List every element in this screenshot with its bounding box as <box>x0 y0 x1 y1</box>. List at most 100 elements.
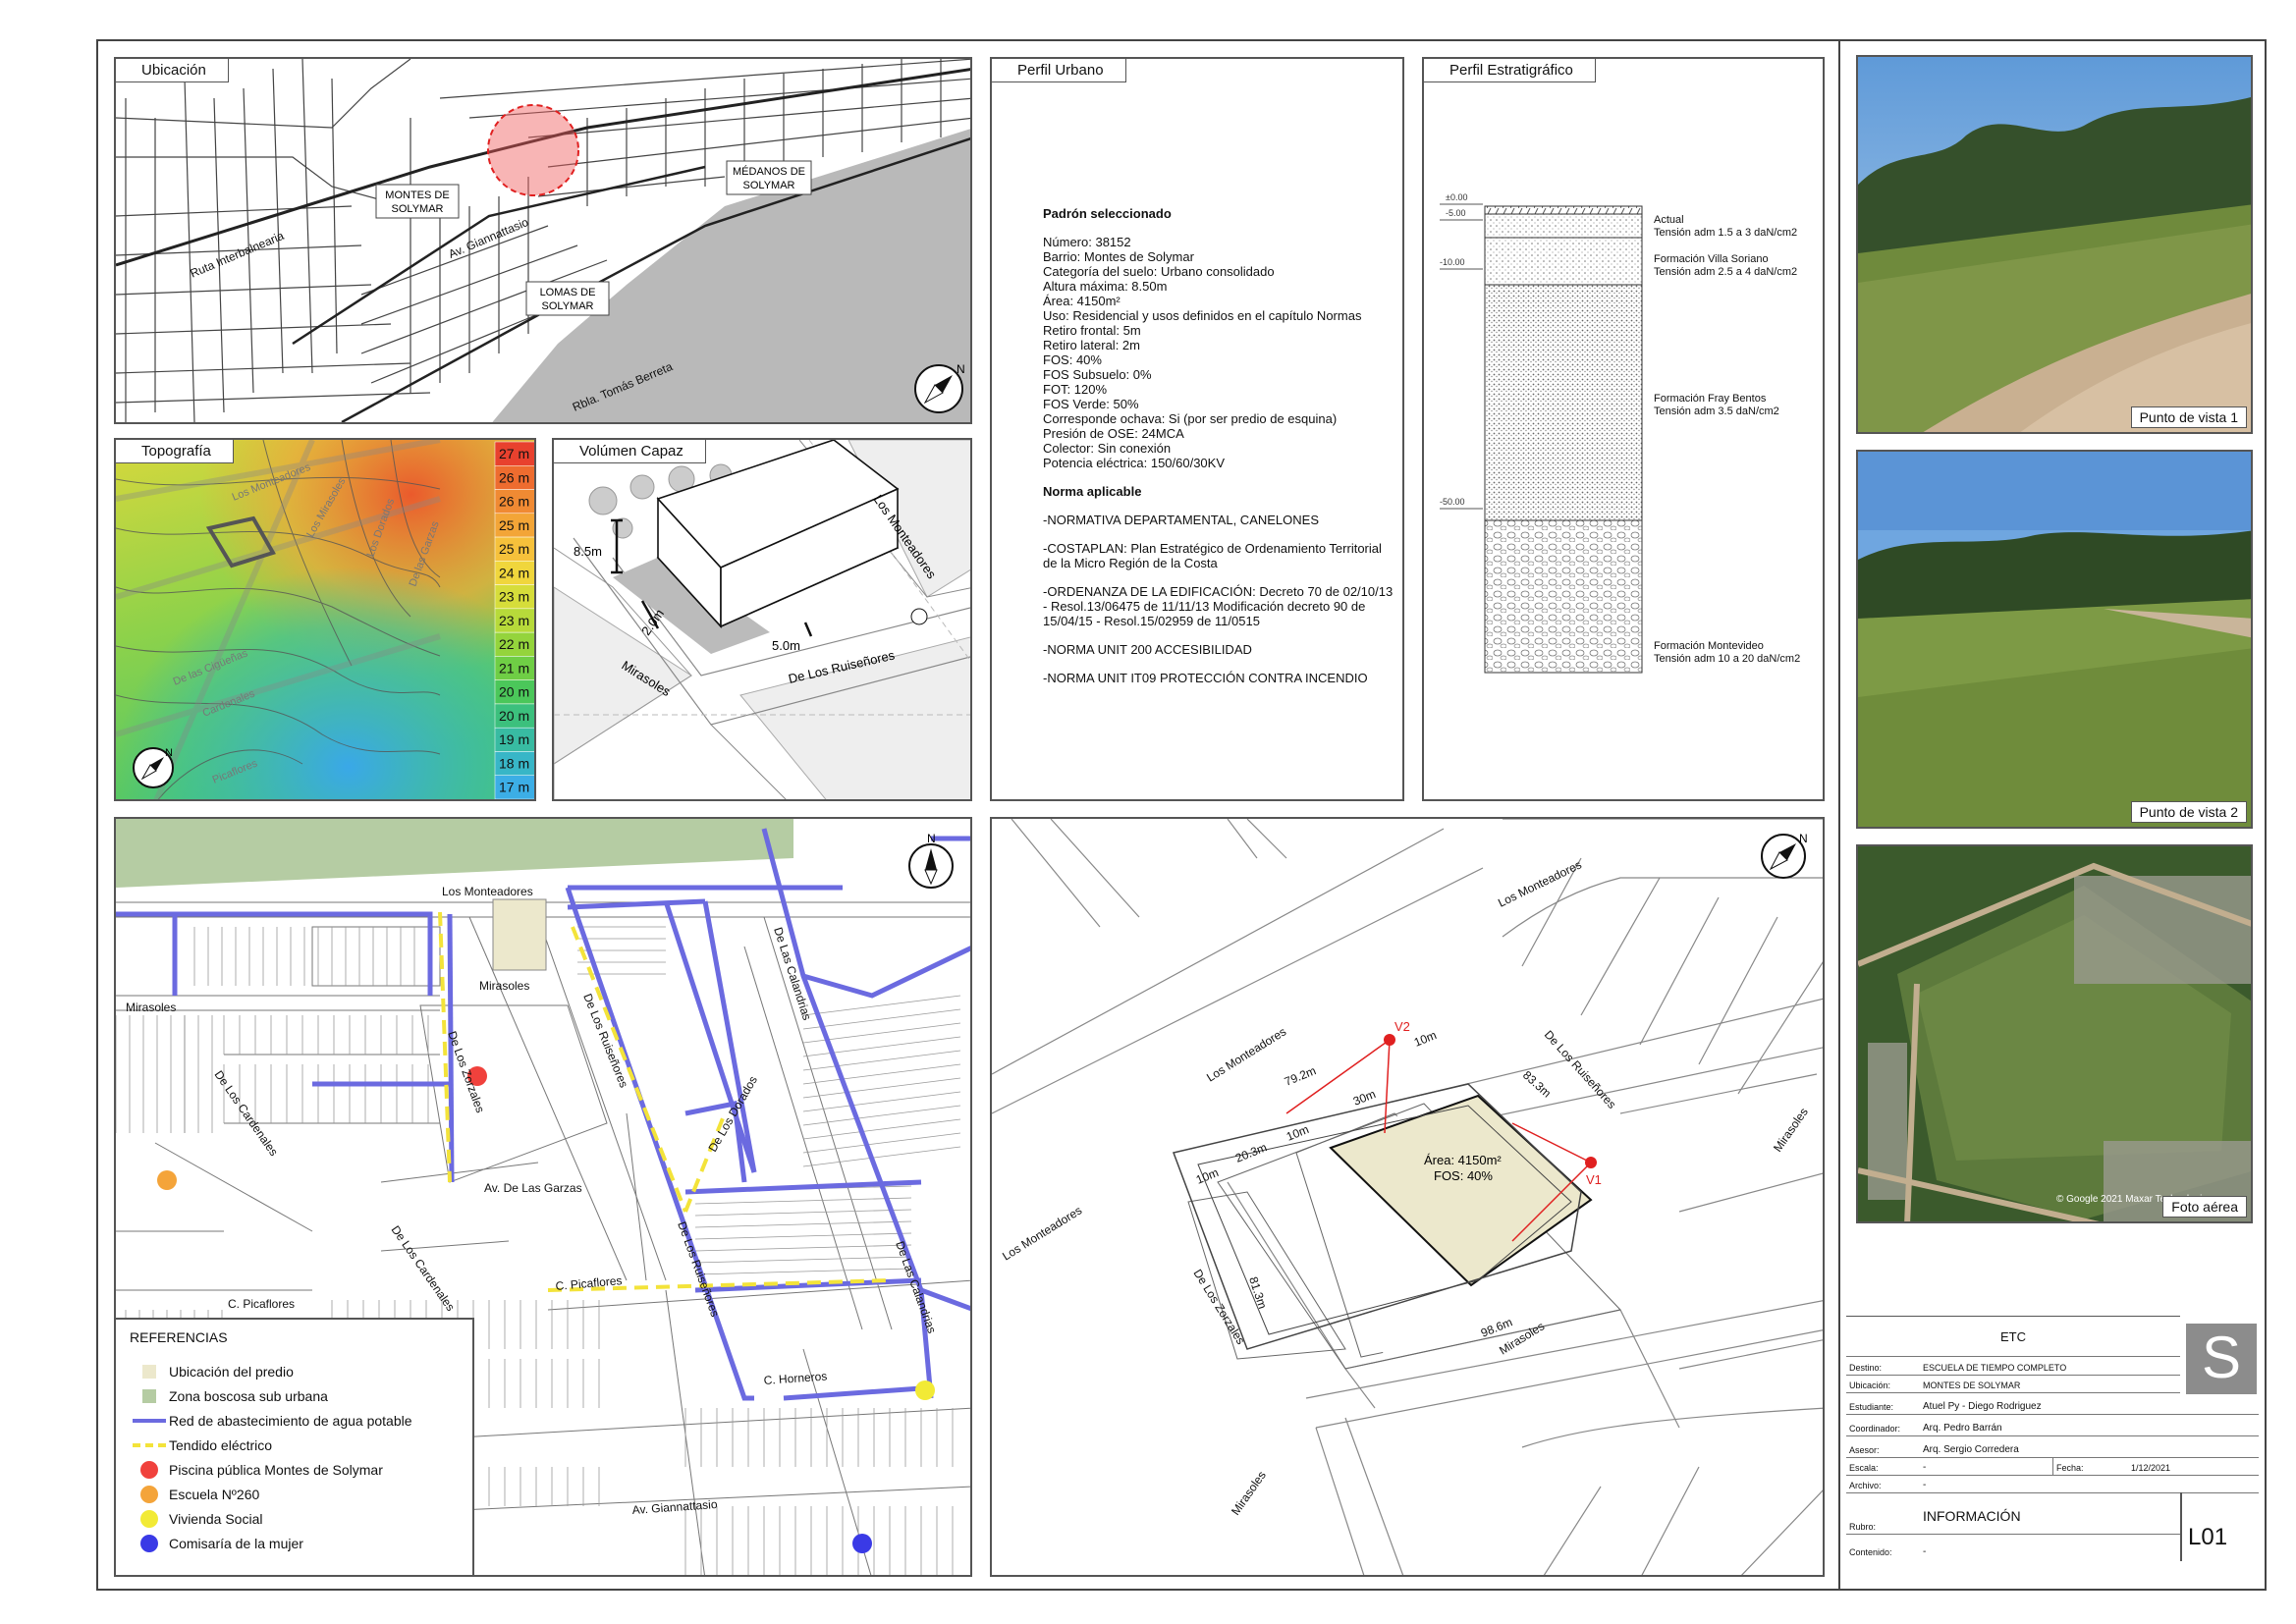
elevation-scale: 27 m 26 m 26 m 25 m 25 m 24 m 23 m 23 m 22 m 21 m… <box>494 441 534 799</box>
panel-perfil-estratigrafico: Perfil Estratigráfico ±0.00 -5.00 -10.00… <box>1422 57 1825 801</box>
archivo-value: - <box>1923 1480 1927 1490</box>
infra-street-monteadores: Los Monteadores <box>442 885 533 898</box>
rubro-label: Rubro: <box>1849 1522 1877 1532</box>
layer-1-tension: Tensión adm 2.5 a 4 daN/cm2 <box>1654 266 1798 278</box>
marker-police[interactable] <box>852 1534 872 1553</box>
layer-label-2: Formación Fray Bentos Tensión adm 3.5 daN… <box>1654 393 1779 418</box>
destino-label: Destino: <box>1849 1363 1883 1373</box>
legend-label: Red de abastecimiento de agua potable <box>169 1412 412 1429</box>
scale-label: 23 m <box>499 589 529 605</box>
fecha-label: Fecha: <box>2056 1463 2084 1473</box>
dim-depth: 5.0m <box>772 638 800 653</box>
svg-text:N: N <box>957 362 965 376</box>
legend-item: Ubicación del predio <box>130 1359 459 1383</box>
norma-line: -NORMA UNIT IT09 PROTECCIÓN CONTRA INCEN… <box>1043 671 1368 685</box>
viewpoint-v2[interactable] <box>1384 1034 1395 1046</box>
scale-label: 19 m <box>499 731 529 747</box>
plan-fos: FOS: 40% <box>1434 1168 1493 1183</box>
padron-line: Altura máxima: 8.50m <box>1043 279 1168 294</box>
soil-profile: ±0.00 -5.00 -10.00 -50.00 <box>1440 192 1643 674</box>
legend-label: Escuela Nº260 <box>169 1486 260 1502</box>
scale-label: 26 m <box>499 469 529 485</box>
escala-value: - <box>1923 1462 1927 1473</box>
ubicacion-label: Ubicación: <box>1849 1380 1891 1390</box>
norma-line: -NORMATIVA DEPARTAMENTAL, CANELONES <box>1043 513 1319 527</box>
padron-heading: Padrón seleccionado <box>1043 206 1172 221</box>
north-arrow-icon: N <box>133 747 174 788</box>
infra-street-garzas: Av. De Las Garzas <box>484 1181 582 1195</box>
infra-street-picaflores-l: C. Picaflores <box>228 1297 295 1311</box>
photo-aerial[interactable]: © Google 2021 Maxar Technologies Foto aé… <box>1856 844 2253 1223</box>
scale-label: 22 m <box>499 636 529 652</box>
photo-caption-3: Foto aérea <box>2162 1196 2247 1218</box>
legend-item: Zona boscosa sub urbana <box>130 1383 459 1408</box>
row-archivo: Archivo: - <box>1846 1475 2259 1493</box>
archivo-label: Archivo: <box>1849 1481 1882 1490</box>
line-swatch-icon <box>130 1418 169 1423</box>
row-destino: Destino: ESCUELA DE TIEMPO COMPLETO <box>1846 1357 2180 1376</box>
marker-school[interactable] <box>157 1170 177 1190</box>
norma-lines: -NORMATIVA DEPARTAMENTAL, CANELONES -COST… <box>1043 513 1396 685</box>
padron-line: Colector: Sin conexión <box>1043 441 1172 456</box>
panel-perfil-urbano: Perfil Urbano Padrón seleccionado Número… <box>990 57 1404 801</box>
padron-line: Retiro lateral: 2m <box>1043 338 1140 352</box>
legend-item: Vivienda Social <box>130 1506 459 1531</box>
scale-label: 24 m <box>499 565 529 580</box>
estudiante-value: Atuel Py - Diego Rodriguez <box>1923 1401 2042 1412</box>
layer-2-name: Formación Fray Bentos <box>1654 393 1767 405</box>
level-0: ±0.00 <box>1446 192 1467 202</box>
padron-lines: Número: 38152 Barrio: Montes de Solymar Ca… <box>1043 235 1396 470</box>
legend-label: Ubicación del predio <box>169 1363 294 1380</box>
row-escala: Escala: - Fecha: 1/12/2021 <box>1846 1457 2259 1476</box>
panel-title-perfil-urbano: Perfil Urbano <box>992 59 1126 82</box>
scale-label: 25 m <box>499 517 529 533</box>
aerial-image: © Google 2021 Maxar Technologies <box>1858 846 2251 1221</box>
destino-value: ESCUELA DE TIEMPO COMPLETO <box>1923 1363 2067 1373</box>
padron-line: Barrio: Montes de Solymar <box>1043 249 1194 264</box>
sheet-number: L01 <box>2188 1524 2228 1550</box>
label-montes-1: MONTES DE <box>385 189 449 201</box>
asesor-value: Arq. Sergio Corredera <box>1923 1444 2019 1455</box>
row-ubicacion: Ubicación: MONTES DE SOLYMAR <box>1846 1375 2180 1393</box>
photo-viewpoint-1[interactable]: Punto de vista 1 <box>1856 55 2253 434</box>
panel-infra-map: Los Monteadores Mirasoles Mirasoles De L… <box>114 817 972 1577</box>
escala-label: Escala: <box>1849 1463 1879 1473</box>
panel-ubicacion: Ubicación Ruta Interbalnearia Av. Gianna… <box>114 57 972 424</box>
padron-line: Número: 38152 <box>1043 235 1131 249</box>
coordinador-value: Arq. Pedro Barrán <box>1923 1423 2002 1434</box>
panel-title-estrat: Perfil Estratigráfico <box>1424 59 1596 82</box>
viewpoint-v1[interactable] <box>1585 1157 1597 1168</box>
photo-viewpoint-2[interactable]: Punto de vista 2 <box>1856 450 2253 829</box>
layer-label-0: Actual Tensión adm 1.5 a 3 daN/cm2 <box>1654 214 1797 240</box>
marker-social-housing[interactable] <box>915 1380 935 1400</box>
label-medanos-2: SOLYMAR <box>743 180 795 191</box>
legend-title: REFERENCIAS <box>130 1329 228 1345</box>
panel-volumen: Volúmen Capaz 8.5m 2.0m 5.0m Los Montead… <box>552 438 972 801</box>
scale-label: 27 m <box>499 446 529 461</box>
layer-0-tension: Tensión adm 1.5 a 3 daN/cm2 <box>1654 227 1798 239</box>
logo: S <box>2186 1324 2257 1394</box>
circle-marker-icon <box>130 1460 169 1479</box>
dim-height: 8.5m <box>574 544 602 559</box>
square-swatch-icon <box>130 1388 169 1403</box>
ubicacion-value: MONTES DE SOLYMAR <box>1923 1380 2021 1390</box>
legend-label: Zona boscosa sub urbana <box>169 1387 328 1404</box>
label-medanos-1: MÉDANOS DE <box>733 165 805 178</box>
panel-title-volumen: Volúmen Capaz <box>554 440 706 463</box>
panel-topografia: Topografía Los Monteadores Los Mirasoles… <box>114 438 536 801</box>
coordinador-label: Coordinador: <box>1849 1424 1901 1434</box>
photo-2-image <box>1858 452 2251 827</box>
padron-line: Potencia eléctrica: 150/60/30KV <box>1043 456 1226 470</box>
scale-label: 17 m <box>499 780 529 795</box>
title-block: ETC S Destino: ESCUELA DE TIEMPO COMPLETO… <box>1846 1316 2259 1581</box>
infra-street-mirasoles: Mirasoles <box>479 979 529 993</box>
layer-3-tension: Tensión adm 10 a 20 daN/cm2 <box>1654 653 1801 665</box>
title-etc: ETC <box>2000 1329 2026 1344</box>
legend-label: Piscina pública Montes de Solymar <box>169 1461 383 1478</box>
level-2: -10.00 <box>1440 257 1465 267</box>
padron-line: Área: 4150m² <box>1043 294 1121 308</box>
padron-line: FOS: 40% <box>1043 352 1102 367</box>
logo-letter: S <box>2201 1325 2242 1390</box>
legend-item: Tendido eléctrico <box>130 1433 459 1457</box>
scale-label: 26 m <box>499 494 529 510</box>
